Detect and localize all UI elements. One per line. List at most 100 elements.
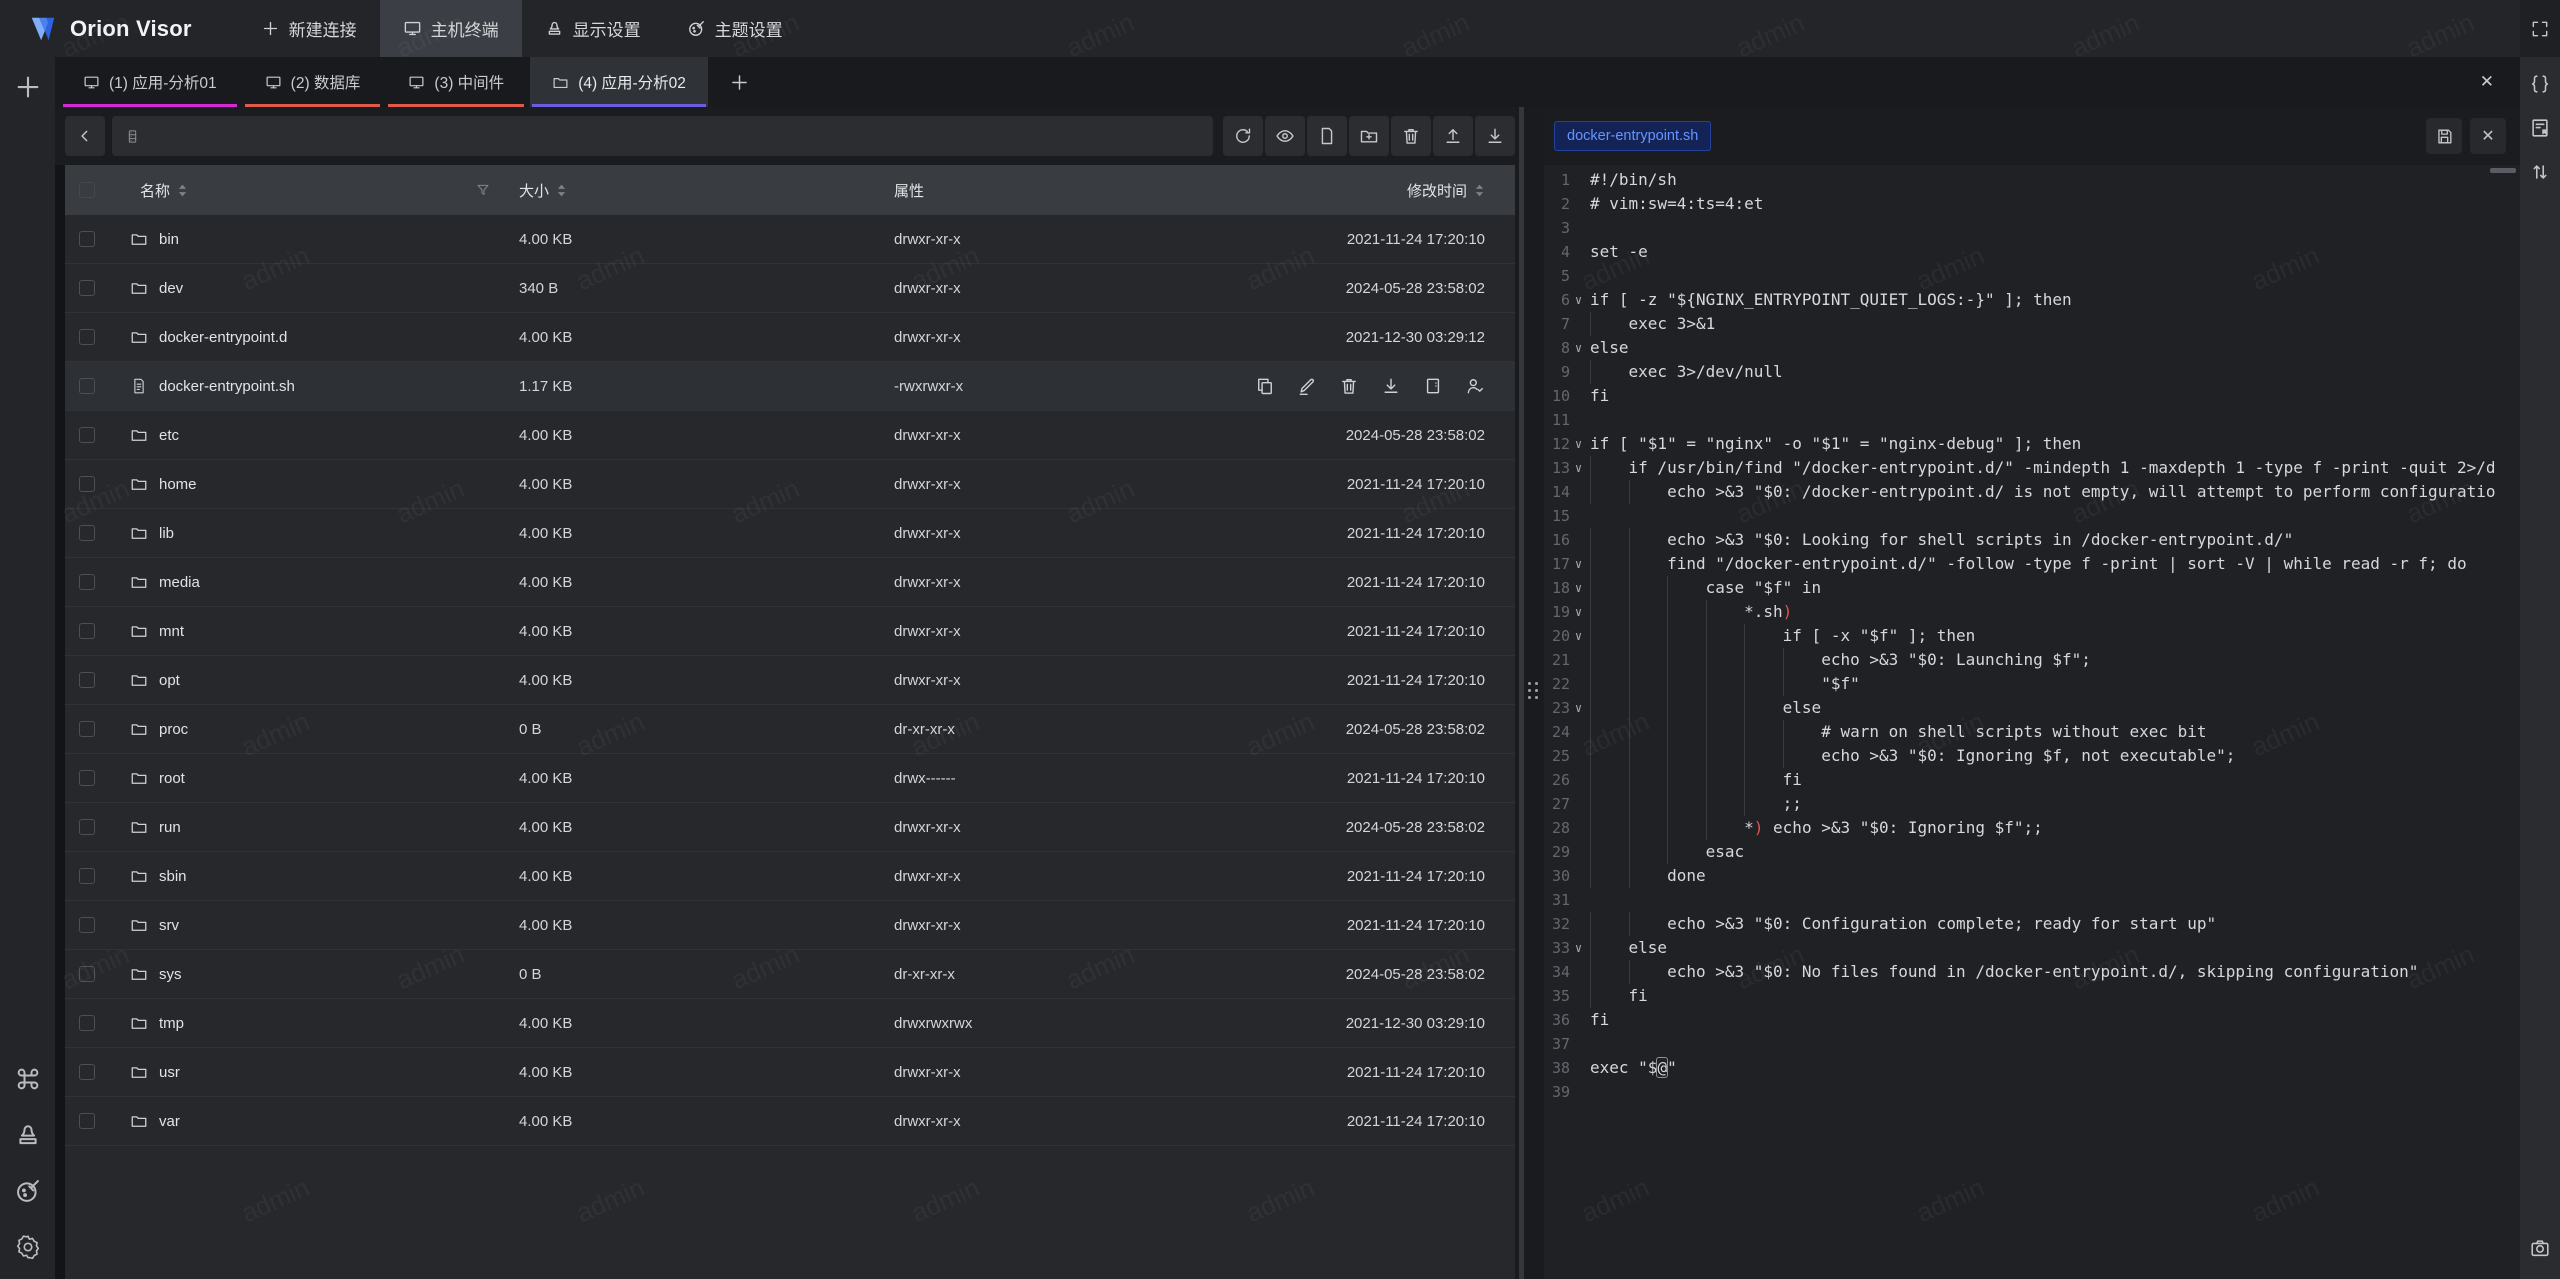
code-line[interactable]: 3 [1544, 216, 2520, 240]
command-icon[interactable] [10, 1061, 46, 1097]
session-tab-1[interactable]: (1) 应用-分析01 [61, 57, 239, 107]
code-line[interactable]: 9exec 3>/dev/null [1544, 360, 2520, 384]
row-checkbox[interactable] [79, 721, 95, 737]
select-all-checkbox[interactable] [79, 182, 95, 198]
code-area[interactable]: 1#!/bin/sh2# vim:sw=4:ts=4:et34set -e56∨… [1544, 165, 2520, 1279]
code-line[interactable]: 32echo >&3 "$0: Configuration complete; … [1544, 912, 2520, 936]
session-tab-4[interactable]: (4) 应用-分析02 [530, 57, 708, 107]
code-line[interactable]: 19∨*.sh) [1544, 600, 2520, 624]
row-checkbox[interactable] [79, 329, 95, 345]
row-checkbox[interactable] [79, 623, 95, 639]
top-menu-item-2[interactable]: 主机终端 [380, 0, 522, 57]
file-dots-icon[interactable] [1423, 376, 1443, 396]
sort-mtime-icon[interactable] [1474, 183, 1485, 198]
row-checkbox[interactable] [79, 231, 95, 247]
copy-icon[interactable] [1255, 376, 1275, 396]
code-line[interactable]: 18∨case "$f" in [1544, 576, 2520, 600]
refresh-icon[interactable] [1223, 116, 1263, 156]
fold-chevron-icon[interactable]: ∨ [1570, 624, 1587, 648]
table-row[interactable]: home4.00 KBdrwxr-xr-x2021-11-24 17:20:10 [65, 460, 1515, 509]
code-line[interactable]: 15 [1544, 504, 2520, 528]
row-checkbox[interactable] [79, 574, 95, 590]
session-tab-2[interactable]: (2) 数据库 [243, 57, 383, 107]
fold-chevron-icon[interactable]: ∨ [1570, 552, 1587, 576]
table-row[interactable]: etc4.00 KBdrwxr-xr-x2024-05-28 23:58:02 [65, 411, 1515, 460]
fold-chevron-icon[interactable]: ∨ [1570, 288, 1587, 312]
code-line[interactable]: 21echo >&3 "$0: Launching $f"; [1544, 648, 2520, 672]
table-row[interactable]: docker-entrypoint.sh1.17 KB-rwxrwxr-x [65, 362, 1515, 411]
code-line[interactable]: 13∨if /usr/bin/find "/docker-entrypoint.… [1544, 456, 2520, 480]
table-row[interactable]: lib4.00 KBdrwxr-xr-x2021-11-24 17:20:10 [65, 509, 1515, 558]
row-checkbox[interactable] [79, 672, 95, 688]
code-line[interactable]: 5 [1544, 264, 2520, 288]
row-checkbox[interactable] [79, 280, 95, 296]
row-checkbox[interactable] [79, 1015, 95, 1031]
code-line[interactable]: 14echo >&3 "$0: /docker-entrypoint.d/ is… [1544, 480, 2520, 504]
code-line[interactable]: 10fi [1544, 384, 2520, 408]
fold-chevron-icon[interactable]: ∨ [1570, 600, 1587, 624]
top-menu-item-4[interactable]: 主题设置 [664, 0, 806, 57]
fold-chevron-icon[interactable]: ∨ [1570, 432, 1587, 456]
row-checkbox[interactable] [79, 868, 95, 884]
row-checkbox[interactable] [79, 917, 95, 933]
fold-chevron-icon[interactable]: ∨ [1570, 696, 1587, 720]
code-line[interactable]: 33∨else [1544, 936, 2520, 960]
table-row[interactable]: usr4.00 KBdrwxr-xr-x2021-11-24 17:20:10 [65, 1048, 1515, 1097]
back-button[interactable] [65, 116, 105, 156]
sort-name-icon[interactable] [177, 183, 188, 198]
close-editor-button[interactable]: ✕ [2470, 118, 2506, 154]
trash-icon[interactable] [1339, 376, 1359, 396]
code-line[interactable]: 35fi [1544, 984, 2520, 1008]
row-checkbox[interactable] [79, 1064, 95, 1080]
code-line[interactable]: 39 [1544, 1080, 2520, 1104]
code-line[interactable]: 23∨else [1544, 696, 2520, 720]
table-row[interactable]: srv4.00 KBdrwxr-xr-x2021-11-24 17:20:10 [65, 901, 1515, 950]
fold-chevron-icon[interactable]: ∨ [1570, 336, 1587, 360]
braces-icon[interactable] [2523, 67, 2557, 101]
code-line[interactable]: 37 [1544, 1032, 2520, 1056]
row-checkbox[interactable] [79, 819, 95, 835]
table-row[interactable]: dev340 Bdrwxr-xr-x2024-05-28 23:58:02 [65, 264, 1515, 313]
code-line[interactable]: 12∨if [ "$1" = "nginx" -o "$1" = "nginx-… [1544, 432, 2520, 456]
code-line[interactable]: 31 [1544, 888, 2520, 912]
table-row[interactable]: media4.00 KBdrwxr-xr-x2021-11-24 17:20:1… [65, 558, 1515, 607]
code-line[interactable]: 7exec 3>&1 [1544, 312, 2520, 336]
row-checkbox[interactable] [79, 525, 95, 541]
table-row[interactable]: mnt4.00 KBdrwxr-xr-x2021-11-24 17:20:10 [65, 607, 1515, 656]
new-folder-icon[interactable] [1349, 116, 1389, 156]
code-line[interactable]: 2# vim:sw=4:ts=4:et [1544, 192, 2520, 216]
code-line[interactable]: 28*) echo >&3 "$0: Ignoring $f";; [1544, 816, 2520, 840]
row-checkbox[interactable] [79, 966, 95, 982]
open-file-tag[interactable]: docker-entrypoint.sh [1554, 121, 1711, 151]
code-line[interactable]: 26fi [1544, 768, 2520, 792]
doc-bookmark-icon[interactable] [2523, 111, 2557, 145]
save-file-button[interactable] [2426, 118, 2462, 154]
code-line[interactable]: 36fi [1544, 1008, 2520, 1032]
download-icon[interactable] [1475, 116, 1515, 156]
table-row[interactable]: proc0 Bdr-xr-xr-x2024-05-28 23:58:02 [65, 705, 1515, 754]
code-line[interactable]: 4set -e [1544, 240, 2520, 264]
table-row[interactable]: var4.00 KBdrwxr-xr-x2021-11-24 17:20:10 [65, 1097, 1515, 1146]
new-file-icon[interactable] [1307, 116, 1347, 156]
stamp-icon[interactable] [10, 1117, 46, 1153]
fold-chevron-icon[interactable]: ∨ [1570, 576, 1587, 600]
editor-scrollbar[interactable] [2490, 168, 2516, 173]
table-row[interactable]: sbin4.00 KBdrwxr-xr-x2021-11-24 17:20:10 [65, 852, 1515, 901]
top-menu-item-3[interactable]: 显示设置 [522, 0, 664, 57]
add-tab-button[interactable] [720, 57, 760, 107]
divider-drag-handle-icon[interactable] [1528, 682, 1539, 700]
code-line[interactable]: 6∨if [ -z "${NGINX_ENTRYPOINT_QUIET_LOGS… [1544, 288, 2520, 312]
table-row[interactable]: opt4.00 KBdrwxr-xr-x2021-11-24 17:20:10 [65, 656, 1515, 705]
panel-divider[interactable] [1515, 107, 1544, 1279]
gear-icon[interactable] [10, 1229, 46, 1265]
top-menu-item-1[interactable]: 新建连接 [238, 0, 380, 57]
code-line[interactable]: 24# warn on shell scripts without exec b… [1544, 720, 2520, 744]
fold-chevron-icon[interactable]: ∨ [1570, 936, 1587, 960]
row-checkbox[interactable] [79, 1113, 95, 1129]
palette-icon[interactable] [10, 1173, 46, 1209]
code-line[interactable]: 29esac [1544, 840, 2520, 864]
code-line[interactable]: 16echo >&3 "$0: Looking for shell script… [1544, 528, 2520, 552]
pencil-icon[interactable] [1297, 376, 1317, 396]
trash-icon[interactable] [1391, 116, 1431, 156]
eye-icon[interactable] [1265, 116, 1305, 156]
